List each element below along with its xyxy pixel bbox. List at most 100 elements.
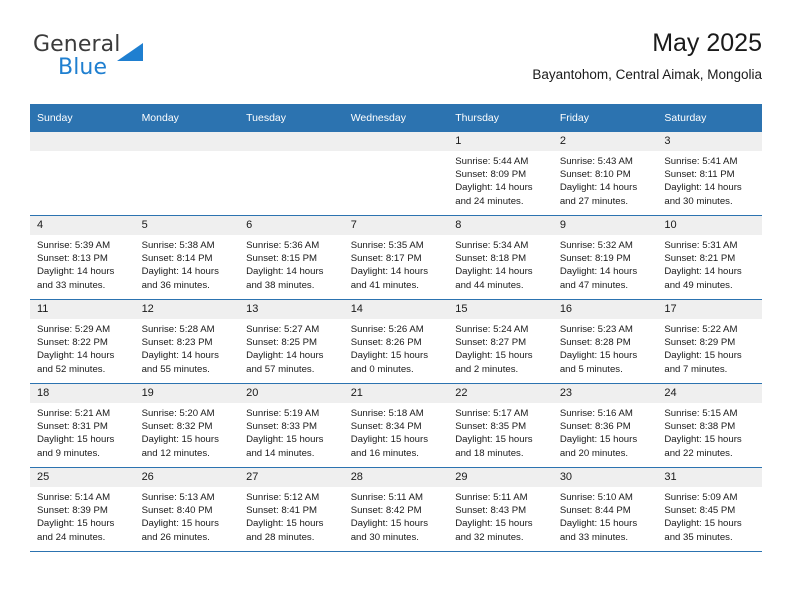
calendar-day-cell[interactable]: 14 Sunrise: 5:26 AM Sunset: 8:26 PM Dayligh… <box>343 299 449 384</box>
day-details: Sunrise: 5:24 AM Sunset: 8:27 PM Daylight:… <box>448 319 553 376</box>
daylight-text-line1: Daylight: 14 hours <box>455 182 533 194</box>
daylight-text-line2: and 22 minutes. <box>664 447 733 459</box>
daylight-text-line1: Daylight: 15 hours <box>350 518 429 530</box>
calendar-day-cell[interactable]: 19 Sunrise: 5:20 AM Sunset: 8:32 PM Dayligh… <box>134 383 240 468</box>
calendar-day-cell[interactable]: 5 Sunrise: 5:38 AM Sunset: 8:14 PM Daylight… <box>134 215 240 300</box>
calendar-day-cell[interactable]: 12 Sunrise: 5:28 AM Sunset: 8:23 PM Dayligh… <box>134 299 240 384</box>
calendar-day-cell[interactable]: 30 Sunrise: 5:10 AM Sunset: 8:44 PM Dayligh… <box>552 467 658 552</box>
sunrise-text: Sunrise: 5:15 AM <box>664 408 738 419</box>
daylight-text-line1: Daylight: 15 hours <box>664 434 742 446</box>
calendar-header-row: Sunday Monday Tuesday Wednesday Thursday Frid… <box>30 104 762 132</box>
daylight-text-line1: Daylight: 15 hours <box>664 518 742 530</box>
triangle-icon <box>117 43 143 61</box>
calendar-day-cell[interactable]: 1 Sunrise: 5:44 AM Sunset: 8:09 PM Daylight… <box>448 132 553 216</box>
sunset-text: Sunset: 8:39 PM <box>37 505 108 517</box>
calendar-day-cell[interactable]: 10 Sunrise: 5:31 AM Sunset: 8:21 PM Dayligh… <box>657 215 762 300</box>
sunrise-text: Sunrise: 5:44 AM <box>455 156 529 167</box>
daylight-text-line1: Daylight: 14 hours <box>141 266 219 278</box>
calendar-day-cell[interactable]: 11 Sunrise: 5:29 AM Sunset: 8:22 PM Dayligh… <box>30 299 135 384</box>
calendar-week-row: 25 Sunrise: 5:14 AM Sunset: 8:39 PM Dayligh… <box>30 467 762 552</box>
day-details: Sunrise: 5:27 AM Sunset: 8:25 PM Daylight:… <box>239 319 344 376</box>
day-details: Sunrise: 5:22 AM Sunset: 8:29 PM Daylight:… <box>657 319 762 376</box>
logo-text-blue: Blue <box>58 55 108 80</box>
calendar-day-cell[interactable]: 13 Sunrise: 5:27 AM Sunset: 8:25 PM Dayligh… <box>239 299 344 384</box>
generalblue-logo[interactable]: General Blue <box>30 32 230 88</box>
daylight-text-line1: Daylight: 15 hours <box>559 350 638 362</box>
daylight-text-line1: Daylight: 15 hours <box>37 434 115 446</box>
day-number: 11 <box>30 300 135 319</box>
daylight-text-line2: and 55 minutes. <box>141 363 210 375</box>
calendar-day-cell[interactable]: 17 Sunrise: 5:22 AM Sunset: 8:29 PM Dayligh… <box>657 299 762 384</box>
sunrise-text: Sunrise: 5:28 AM <box>141 324 215 335</box>
day-number: 4 <box>30 216 135 235</box>
calendar-day-cell[interactable]: 24 Sunrise: 5:15 AM Sunset: 8:38 PM Dayligh… <box>657 383 762 468</box>
daylight-text-line2: and 30 minutes. <box>350 531 419 543</box>
calendar-day-cell[interactable]: 4 Sunrise: 5:39 AM Sunset: 8:13 PM Daylight… <box>30 215 135 300</box>
day-details: Sunrise: 5:28 AM Sunset: 8:23 PM Daylight:… <box>135 319 240 376</box>
calendar-day-cell[interactable]: 3 Sunrise: 5:41 AM Sunset: 8:11 PM Daylight… <box>657 132 762 216</box>
daylight-text-line1: Daylight: 14 hours <box>455 266 533 278</box>
calendar-day-cell[interactable]: 31 Sunrise: 5:09 AM Sunset: 8:45 PM Dayligh… <box>657 467 762 552</box>
sunrise-text: Sunrise: 5:39 AM <box>37 240 111 251</box>
daylight-text-line1: Daylight: 14 hours <box>664 266 742 278</box>
calendar-day-cell[interactable]: 21 Sunrise: 5:18 AM Sunset: 8:34 PM Dayligh… <box>343 383 449 468</box>
calendar-day-cell[interactable]: 20 Sunrise: 5:19 AM Sunset: 8:33 PM Dayligh… <box>239 383 344 468</box>
day-details: Sunrise: 5:11 AM Sunset: 8:43 PM Daylight:… <box>448 487 553 544</box>
sunset-text: Sunset: 8:19 PM <box>559 253 631 265</box>
calendar-day-cell[interactable]: 9 Sunrise: 5:32 AM Sunset: 8:19 PM Daylight… <box>552 215 658 300</box>
daylight-text-line2: and 14 minutes. <box>246 447 315 459</box>
day-details: Sunrise: 5:20 AM Sunset: 8:32 PM Daylight:… <box>135 403 240 460</box>
daylight-text-line2: and 38 minutes. <box>246 279 315 291</box>
calendar-day-cell[interactable]: 26 Sunrise: 5:13 AM Sunset: 8:40 PM Dayligh… <box>134 467 240 552</box>
daylight-text-line1: Daylight: 14 hours <box>350 266 429 278</box>
day-details: Sunrise: 5:38 AM Sunset: 8:14 PM Daylight:… <box>135 235 240 292</box>
calendar-day-cell[interactable]: 25 Sunrise: 5:14 AM Sunset: 8:39 PM Dayligh… <box>30 467 135 552</box>
sunrise-text: Sunrise: 5:10 AM <box>559 492 633 503</box>
day-details: Sunrise: 5:26 AM Sunset: 8:26 PM Daylight:… <box>344 319 449 376</box>
daylight-text-line2: and 49 minutes. <box>664 279 733 291</box>
sunset-text: Sunset: 8:44 PM <box>559 505 631 517</box>
sunrise-text: Sunrise: 5:27 AM <box>246 324 320 335</box>
calendar-day-cell[interactable]: 8 Sunrise: 5:34 AM Sunset: 8:18 PM Daylight… <box>448 215 553 300</box>
daylight-text-line2: and 7 minutes. <box>664 363 728 375</box>
daylight-text-line2: and 32 minutes. <box>455 531 524 543</box>
calendar-day-cell[interactable]: 16 Sunrise: 5:23 AM Sunset: 8:28 PM Dayligh… <box>552 299 658 384</box>
sunrise-text: Sunrise: 5:34 AM <box>455 240 529 251</box>
calendar-day-cell[interactable]: 22 Sunrise: 5:17 AM Sunset: 8:35 PM Dayligh… <box>448 383 553 468</box>
day-number: 25 <box>30 468 135 487</box>
day-number <box>134 132 240 151</box>
sunrise-text: Sunrise: 5:20 AM <box>141 408 215 419</box>
day-number: 16 <box>552 300 658 319</box>
day-number: 7 <box>343 216 449 235</box>
daylight-text-line2: and 44 minutes. <box>455 279 524 291</box>
calendar-day-cell[interactable]: 7 Sunrise: 5:35 AM Sunset: 8:17 PM Daylight… <box>343 215 449 300</box>
weekday-header-saturday: Saturday <box>657 104 762 132</box>
calendar-day-cell[interactable]: 2 Sunrise: 5:43 AM Sunset: 8:10 PM Daylight… <box>552 132 658 216</box>
sunset-text: Sunset: 8:22 PM <box>37 337 108 349</box>
day-number: 12 <box>134 300 240 319</box>
sunrise-text: Sunrise: 5:12 AM <box>246 492 320 503</box>
daylight-text-line2: and 12 minutes. <box>141 447 210 459</box>
daylight-text-line1: Daylight: 15 hours <box>141 518 219 530</box>
sunset-text: Sunset: 8:43 PM <box>455 505 527 517</box>
sunrise-text: Sunrise: 5:31 AM <box>664 240 738 251</box>
sunrise-text: Sunrise: 5:11 AM <box>350 492 424 503</box>
calendar-day-cell[interactable]: 6 Sunrise: 5:36 AM Sunset: 8:15 PM Daylight… <box>239 215 344 300</box>
calendar-day-cell[interactable]: 18 Sunrise: 5:21 AM Sunset: 8:31 PM Dayligh… <box>30 383 135 468</box>
sunset-text: Sunset: 8:23 PM <box>141 337 213 349</box>
calendar-day-cell[interactable]: 23 Sunrise: 5:16 AM Sunset: 8:36 PM Dayligh… <box>552 383 658 468</box>
sunset-text: Sunset: 8:15 PM <box>246 253 318 265</box>
day-details: Sunrise: 5:44 AM Sunset: 8:09 PM Daylight:… <box>448 151 553 208</box>
daylight-text-line2: and 33 minutes. <box>559 531 629 543</box>
calendar-day-cell[interactable]: 15 Sunrise: 5:24 AM Sunset: 8:27 PM Dayligh… <box>448 299 553 384</box>
calendar-day-cell[interactable]: 27 Sunrise: 5:12 AM Sunset: 8:41 PM Dayligh… <box>239 467 344 552</box>
daylight-text-line1: Daylight: 15 hours <box>246 434 324 446</box>
sunrise-text: Sunrise: 5:32 AM <box>559 240 633 251</box>
day-number: 13 <box>239 300 344 319</box>
daylight-text-line2: and 36 minutes. <box>141 279 210 291</box>
calendar-day-cell[interactable]: 28 Sunrise: 5:11 AM Sunset: 8:42 PM Dayligh… <box>343 467 449 552</box>
daylight-text-line1: Daylight: 15 hours <box>350 434 429 446</box>
sunset-text: Sunset: 8:33 PM <box>246 421 318 433</box>
sunrise-text: Sunrise: 5:17 AM <box>455 408 529 419</box>
calendar-day-cell[interactable]: 29 Sunrise: 5:11 AM Sunset: 8:43 PM Dayligh… <box>448 467 553 552</box>
